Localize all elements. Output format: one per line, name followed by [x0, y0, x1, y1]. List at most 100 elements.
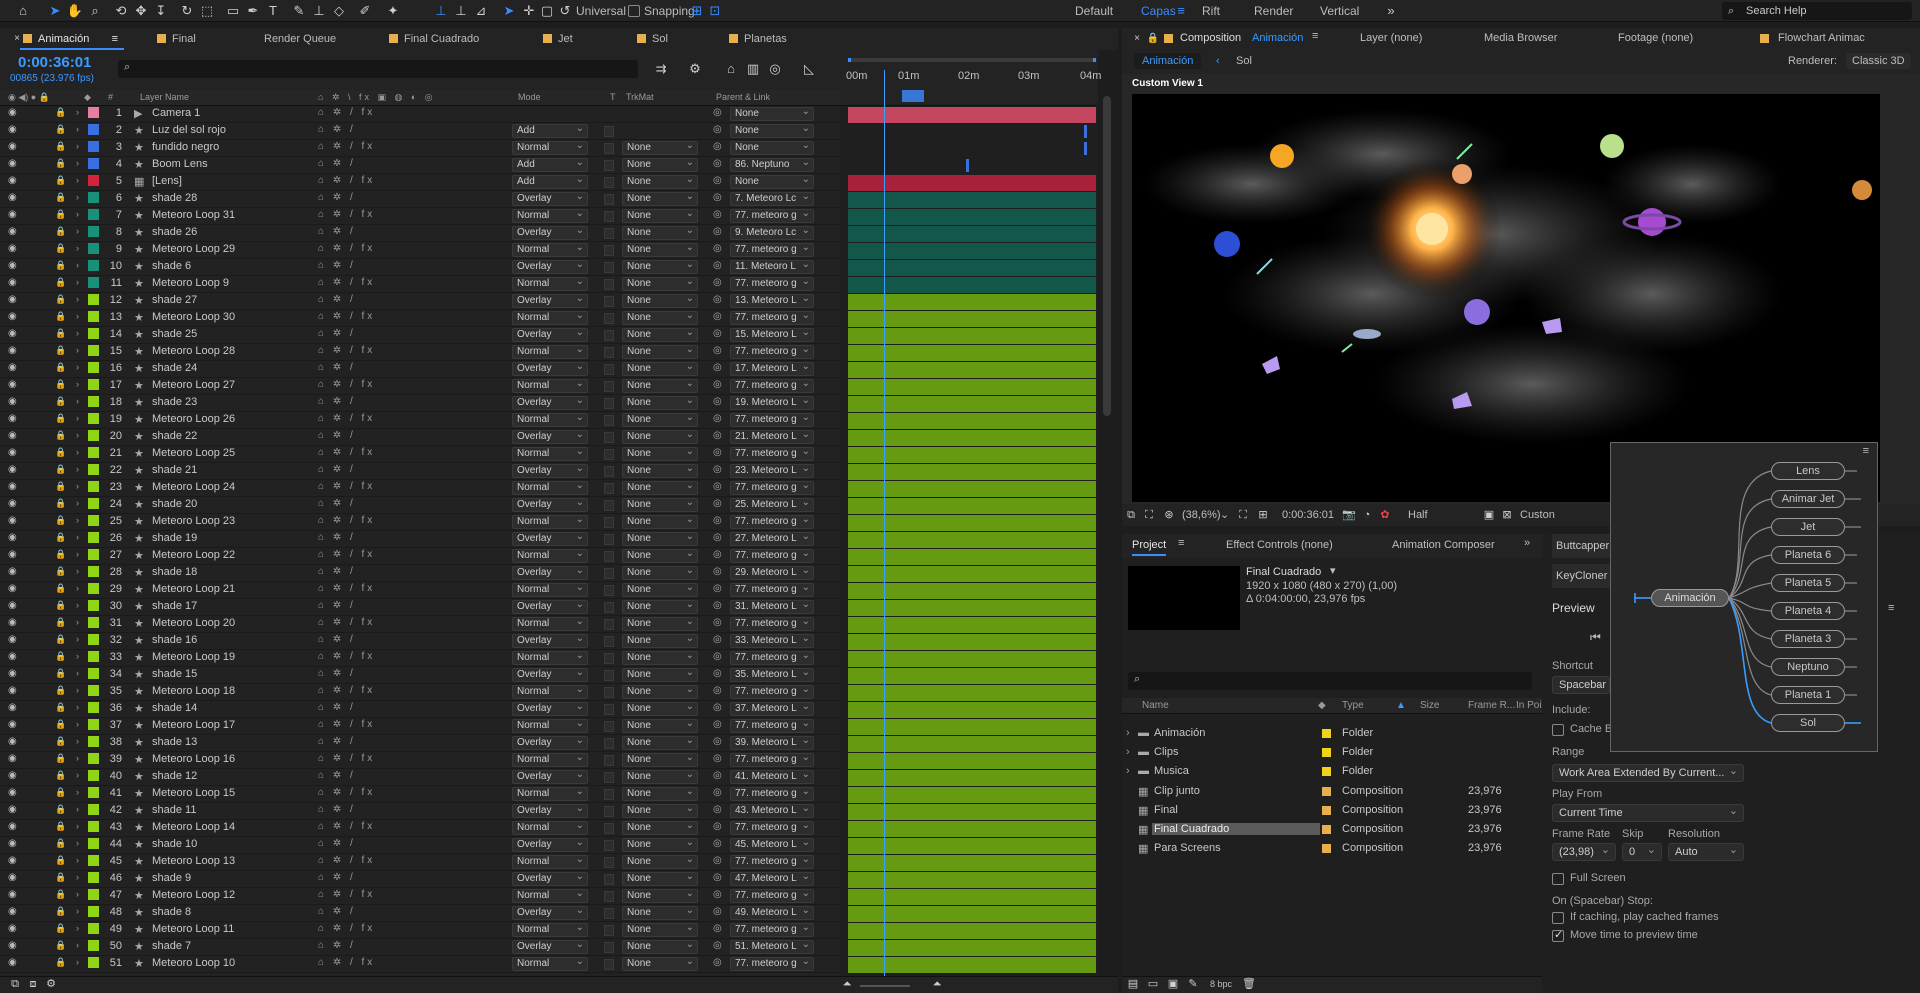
blend-mode-dropdown[interactable]: Overlay [512, 327, 588, 342]
rotate-tool-icon[interactable]: ↻ [178, 2, 196, 20]
local-axis-icon[interactable]: ⊥ [432, 2, 450, 20]
tab-footage[interactable]: Footage (none) [1618, 32, 1693, 44]
visibility-eye-icon[interactable]: ◉ [8, 651, 17, 662]
track-matte-dropdown[interactable]: None [622, 463, 698, 478]
label-color-swatch[interactable] [88, 498, 99, 509]
layer-switches-icon[interactable]: ⌂ ✲ / fx [318, 957, 375, 968]
label-color-swatch[interactable] [88, 821, 99, 832]
blend-mode-dropdown[interactable]: Add [512, 174, 588, 189]
lock-icon[interactable]: 🔒 [55, 158, 66, 169]
label-color-swatch[interactable] [88, 447, 99, 458]
expand-caret-icon[interactable]: › [76, 753, 79, 763]
lock-icon[interactable]: 🔒 [55, 787, 66, 798]
frame-rate-dropdown[interactable]: (23,98) [1552, 842, 1616, 861]
lock-icon[interactable]: 🔒 [55, 464, 66, 475]
label-color-swatch[interactable] [88, 872, 99, 883]
toggle-switches-icon[interactable]: ⧈ [24, 975, 42, 993]
pick-whip-icon[interactable]: ◎ [713, 124, 722, 135]
expand-caret-icon[interactable]: › [76, 685, 79, 695]
region-of-interest-icon[interactable]: ▣ [1480, 506, 1498, 524]
pick-whip-icon[interactable]: ◎ [713, 855, 722, 866]
blend-mode-dropdown[interactable]: Normal [512, 140, 588, 155]
layer-switches-icon[interactable]: ⌂ ✲ / fx [318, 617, 375, 628]
pick-whip-icon[interactable]: ◎ [713, 243, 722, 254]
item-name[interactable]: Final Cuadrado [1152, 823, 1320, 835]
visibility-eye-icon[interactable]: ◉ [8, 413, 17, 424]
pick-whip-icon[interactable]: ◎ [713, 260, 722, 271]
visibility-eye-icon[interactable]: ◉ [8, 464, 17, 475]
layer-row[interactable]: ◉ 🔒 › 22 ★ shade 21 ⌂ ✲ / Overlay None ◎ 23. Meteo… [0, 463, 840, 480]
snap-options-icon[interactable]: ⊞ [688, 2, 706, 20]
layer-duration-bar[interactable] [848, 719, 1096, 735]
universal-select-icon[interactable]: ➤ [500, 2, 518, 20]
resolution-dropdown[interactable]: Half [1408, 509, 1428, 521]
layer-row[interactable]: ◉ 🔒 › 15 ★ Meteoro Loop 28 ⌂ ✲ / fx Normal None ◎… [0, 344, 840, 361]
track-matte-dropdown[interactable]: None [622, 735, 698, 750]
layer-switches-icon[interactable]: ⌂ ✲ / fx [318, 515, 375, 526]
track-matte-dropdown[interactable]: None [622, 480, 698, 495]
blend-mode-dropdown[interactable]: Normal [512, 616, 588, 631]
preserve-transparency-checkbox[interactable] [604, 942, 614, 953]
layer-duration-bar[interactable] [848, 736, 1096, 752]
layer-row[interactable]: ◉ 🔒 › 26 ★ shade 19 ⌂ ✲ / Overlay None ◎ 27. Meteo… [0, 531, 840, 548]
parent-dropdown[interactable]: 33. Meteoro L [730, 634, 814, 648]
layer-duration-bar[interactable] [848, 821, 1096, 837]
tab-layer[interactable]: Layer (none) [1360, 32, 1422, 44]
snapshot-icon[interactable]: 📷 [1340, 506, 1358, 524]
label-color-swatch[interactable] [88, 651, 99, 662]
layer-switches-icon[interactable]: ⌂ ✲ / fx [318, 821, 375, 832]
lock-icon[interactable]: 🔒 [55, 124, 66, 135]
track-matte-dropdown[interactable]: None [622, 599, 698, 614]
parent-dropdown[interactable]: 77. meteoro g [730, 651, 814, 665]
track-matte-dropdown[interactable]: None [622, 905, 698, 920]
layer-row[interactable]: ◉ 🔒 › 50 ★ shade 7 ⌂ ✲ / Overlay None ◎ 51. Meteor… [0, 939, 840, 956]
layer-name[interactable]: shade 20 [152, 498, 197, 510]
layer-name[interactable]: shade 16 [152, 634, 197, 646]
layer-name[interactable]: Meteoro Loop 22 [152, 549, 235, 561]
parent-dropdown[interactable]: 77. meteoro g [730, 243, 814, 257]
layer-duration-bar[interactable] [848, 957, 1096, 973]
blend-mode-dropdown[interactable]: Normal [512, 718, 588, 733]
blend-mode-dropdown[interactable]: Overlay [512, 939, 588, 954]
label-color-swatch[interactable] [88, 838, 99, 849]
lock-icon[interactable]: 🔒 [55, 277, 66, 288]
lock-icon[interactable]: 🔒 [55, 430, 66, 441]
blend-mode-dropdown[interactable]: Normal [512, 208, 588, 223]
visibility-eye-icon[interactable]: ◉ [8, 396, 17, 407]
layer-switches-icon[interactable]: ⌂ ✲ / [318, 770, 356, 781]
breadcrumb-animacion[interactable]: Animación [1134, 53, 1202, 69]
track-matte-dropdown[interactable]: None [622, 582, 698, 597]
parent-dropdown[interactable]: 13. Meteoro L [730, 294, 814, 308]
layer-row[interactable]: ◉ 🔒 › 27 ★ Meteoro Loop 22 ⌂ ✲ / fx Normal None ◎… [0, 548, 840, 565]
label-color-swatch[interactable] [88, 532, 99, 543]
layer-marker[interactable] [1084, 125, 1087, 138]
layer-duration-bar[interactable] [848, 702, 1096, 718]
lock-icon[interactable]: 🔒 [55, 243, 66, 254]
blend-mode-dropdown[interactable]: Overlay [512, 837, 588, 852]
lock-icon[interactable]: 🔒 [55, 906, 66, 917]
toggle-modes-icon[interactable]: ⚙ [42, 975, 60, 993]
parent-dropdown[interactable]: 21. Meteoro L [730, 430, 814, 444]
channel-icon[interactable]: ✿ [1376, 506, 1394, 524]
label-color-swatch[interactable] [88, 957, 99, 968]
blend-mode-dropdown[interactable]: Overlay [512, 667, 588, 682]
blend-mode-dropdown[interactable]: Overlay [512, 191, 588, 206]
motion-blur-icon[interactable]: ◎ [766, 60, 784, 78]
preserve-transparency-checkbox[interactable] [604, 534, 614, 545]
layer-duration-bar[interactable] [848, 906, 1096, 922]
pick-whip-icon[interactable]: ◎ [713, 719, 722, 730]
layer-name[interactable]: shade 18 [152, 566, 197, 578]
label-color-swatch[interactable] [1322, 748, 1331, 758]
layer-row[interactable]: ◉ 🔒 › 29 ★ Meteoro Loop 21 ⌂ ✲ / fx Normal None ◎… [0, 582, 840, 599]
visibility-eye-icon[interactable]: ◉ [8, 277, 17, 288]
lock-icon[interactable]: 🔒 [55, 141, 66, 152]
layer-duration-bar[interactable] [848, 192, 1096, 208]
visibility-eye-icon[interactable]: ◉ [8, 124, 17, 135]
expand-caret-icon[interactable]: › [76, 107, 79, 117]
track-matte-dropdown[interactable]: None [622, 684, 698, 699]
parent-dropdown[interactable]: 77. meteoro g [730, 379, 814, 393]
parent-dropdown[interactable]: 11. Meteoro L [730, 260, 814, 274]
pick-whip-icon[interactable]: ◎ [713, 175, 722, 186]
layer-name[interactable]: shade 15 [152, 668, 197, 680]
pick-whip-icon[interactable]: ◎ [713, 328, 722, 339]
